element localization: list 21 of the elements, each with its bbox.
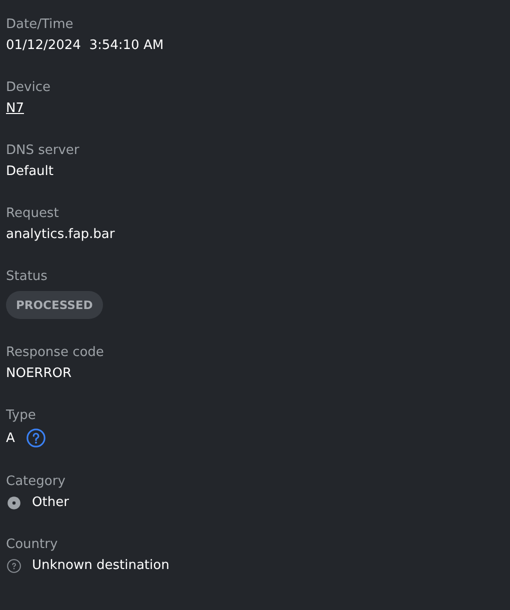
- field-value: Other: [32, 494, 69, 511]
- field-label: DNS server: [6, 142, 80, 159]
- status-badge: PROCESSED: [6, 291, 103, 319]
- field-label: Date/Time: [6, 16, 74, 33]
- device-link[interactable]: N7: [6, 100, 24, 117]
- question-icon: [6, 558, 22, 574]
- field-label: Request: [6, 205, 60, 222]
- field-value: NOERROR: [6, 365, 72, 382]
- field-value: 01/12/2024 3:54:10 AM: [6, 37, 164, 54]
- field-label: Response code: [6, 344, 105, 361]
- field-label: Device: [6, 79, 52, 96]
- field-value: analytics.fap.bar: [6, 226, 115, 243]
- field-label: Type: [6, 407, 37, 424]
- field-label: Country: [6, 536, 59, 553]
- field-label: Category: [6, 473, 66, 490]
- field-value: Default: [6, 163, 54, 180]
- field-value: Unknown destination: [32, 557, 170, 574]
- field-label: Status: [6, 268, 48, 285]
- help-icon[interactable]: [26, 428, 46, 448]
- category-icon: [6, 494, 22, 510]
- field-value: A: [6, 430, 15, 446]
